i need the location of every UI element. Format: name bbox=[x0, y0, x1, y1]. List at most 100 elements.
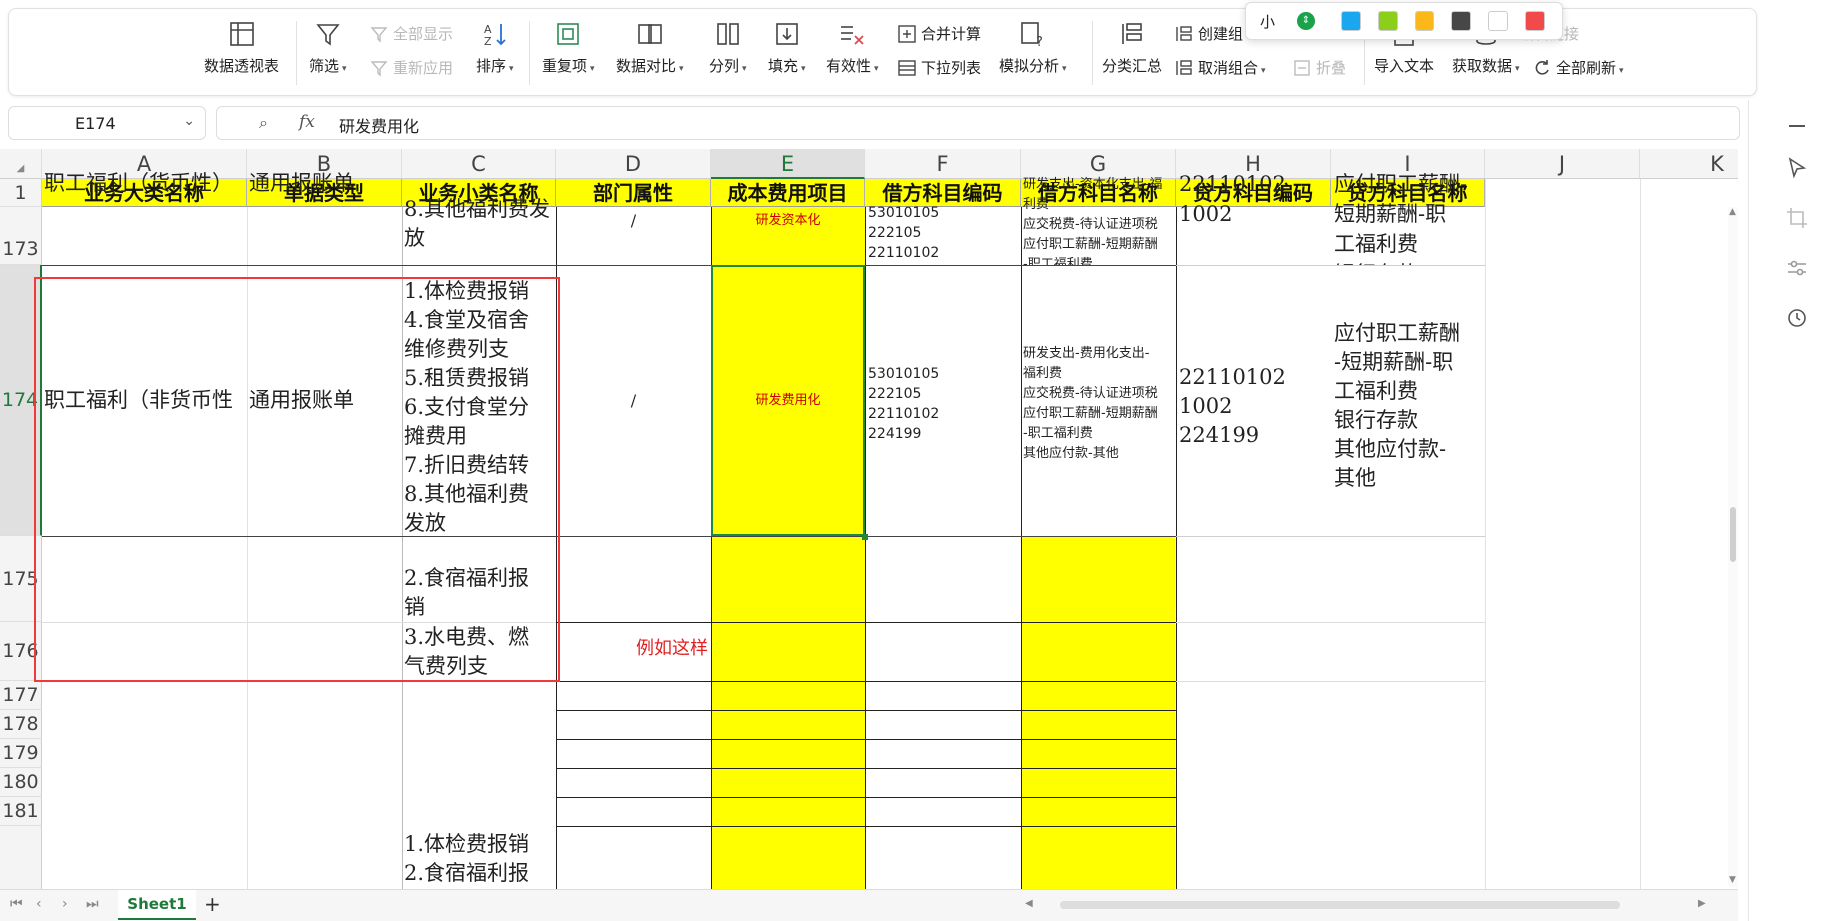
annotation-text: 例如这样 bbox=[636, 638, 708, 659]
cell-d173[interactable]: / bbox=[556, 207, 711, 265]
data-compare-button[interactable]: 数据对比 ▾ bbox=[616, 19, 684, 76]
last-sheet-icon[interactable]: ⏭ bbox=[86, 896, 99, 912]
funnel-refresh-icon bbox=[370, 60, 388, 77]
refresh-all-button[interactable]: 全部刷新 ▾ bbox=[1532, 57, 1624, 78]
cell-f174[interactable]: 53010105 222105 22110102 224199 bbox=[868, 364, 1018, 454]
swatch-dark-gray[interactable] bbox=[1451, 11, 1472, 31]
row-header-178[interactable]: 178 bbox=[0, 710, 42, 739]
cell-h174[interactable]: 22110102 1002 224199 bbox=[1179, 363, 1329, 453]
ungroup-button[interactable]: 取消组合 ▾ bbox=[1174, 57, 1266, 78]
row-header-181[interactable]: 181 bbox=[0, 797, 42, 826]
header-cell-e1[interactable]: 成本费用项目 bbox=[711, 179, 865, 207]
right-side-panel bbox=[1748, 100, 1845, 921]
row-header-177[interactable]: 177 bbox=[0, 681, 42, 710]
scroll-left-icon[interactable]: ◀ bbox=[1025, 898, 1033, 909]
collapse-icon bbox=[1294, 59, 1310, 76]
cell-g174[interactable]: 研发支出-费用化支出- 福利费 应交税费-待认证进项税 应付职工薪酬-短期薪酬 … bbox=[1023, 344, 1175, 474]
filter-button[interactable]: 筛选 ▾ bbox=[309, 19, 347, 76]
size-stepper-icon[interactable]: ⇕ bbox=[1297, 12, 1315, 30]
scroll-right-icon[interactable]: ▶ bbox=[1698, 898, 1706, 909]
first-sheet-icon[interactable]: ⏮ bbox=[10, 896, 23, 912]
sliders-icon[interactable] bbox=[1785, 256, 1809, 280]
swatch-orange[interactable] bbox=[1414, 11, 1435, 31]
duplicates-icon bbox=[557, 23, 580, 45]
subtotal-button[interactable]: 分类汇总 bbox=[1102, 19, 1162, 76]
fill-button[interactable]: 填充 ▾ bbox=[768, 19, 806, 76]
crop-icon[interactable] bbox=[1785, 206, 1809, 230]
swatch-white[interactable] bbox=[1488, 11, 1509, 31]
scroll-up-icon[interactable]: ▲ bbox=[1729, 207, 1736, 217]
spreadsheet-grid: ◢ A B C D E F G H I J K 1 173 174 175 17… bbox=[0, 149, 1738, 889]
swatch-green[interactable] bbox=[1377, 11, 1398, 31]
row-header-180[interactable]: 180 bbox=[0, 768, 42, 797]
select-all-corner[interactable]: ◢ bbox=[0, 149, 42, 179]
fill-down-icon bbox=[775, 23, 798, 45]
vertical-scrollbar[interactable]: ▲ ▼ bbox=[1728, 207, 1738, 887]
fill-handle[interactable] bbox=[862, 534, 868, 540]
cell-f173[interactable]: 53010105 222105 22110102 bbox=[868, 189, 1018, 265]
collapse-button[interactable]: 折叠 bbox=[1292, 57, 1346, 78]
cell-i174[interactable]: 应付职工薪酬 -短期薪酬-职 工福利费 银行存款 其他应付款- 其他 bbox=[1334, 319, 1484, 499]
validity-button[interactable]: 有效性 ▾ bbox=[826, 19, 879, 76]
dropdown-list-button[interactable]: 下拉列表 bbox=[897, 57, 981, 78]
col-header-j[interactable]: J bbox=[1485, 149, 1640, 179]
row-header-182[interactable] bbox=[0, 826, 42, 889]
formula-input[interactable]: ⌕ fx 研发费用化 bbox=[216, 106, 1740, 140]
cell-h173[interactable]: 22110102 1002 bbox=[1179, 169, 1329, 265]
ungroup-icon bbox=[1176, 59, 1192, 75]
what-if-analysis-button[interactable]: ? 模拟分析 ▾ bbox=[999, 19, 1067, 76]
svg-text:?: ? bbox=[1036, 35, 1043, 49]
reapply-button[interactable]: 重新应用 bbox=[369, 57, 453, 78]
pivot-table-button[interactable]: 数据透视表 bbox=[204, 19, 279, 76]
validity-icon bbox=[841, 26, 864, 45]
size-label: 小 bbox=[1260, 12, 1276, 31]
cell-i173[interactable]: 应付职工薪酬-短期薪酬-职 工福利费 银行存款 bbox=[1334, 169, 1484, 265]
row-header-179[interactable]: 179 bbox=[0, 739, 42, 768]
cell-a173[interactable]: 职工福利（货币性） bbox=[44, 169, 247, 265]
red-highlight-box bbox=[34, 277, 560, 682]
cell-e174[interactable]: 研发费用化 bbox=[711, 265, 865, 536]
funnel-clear-icon bbox=[370, 26, 388, 43]
formula-content: 研发费用化 bbox=[339, 117, 420, 136]
duplicates-button[interactable]: 重复项 ▾ bbox=[542, 19, 595, 76]
next-sheet-icon[interactable]: › bbox=[62, 896, 68, 912]
cell-e173[interactable]: 研发资本化 bbox=[713, 207, 863, 265]
sheet-tab-sheet1[interactable]: Sheet1 bbox=[118, 890, 196, 920]
pivot-table-icon bbox=[229, 22, 254, 46]
cursor-icon[interactable] bbox=[1785, 156, 1809, 180]
history-icon[interactable] bbox=[1785, 306, 1809, 330]
horizontal-scrollbar[interactable] bbox=[1060, 901, 1620, 909]
cell-c173[interactable]: 8.其他福利费发 放 bbox=[404, 149, 556, 265]
chevron-down-icon[interactable]: ⌄ bbox=[183, 113, 195, 129]
prev-sheet-icon[interactable]: ‹ bbox=[36, 896, 42, 912]
row-header-1[interactable]: 1 bbox=[0, 179, 42, 207]
cell-g173[interactable]: 研发支出-资本化支出-福利费 应交税费-待认证进项税 应付职工薪酬-短期薪酬 -… bbox=[1023, 165, 1174, 265]
svg-text:Z: Z bbox=[484, 35, 492, 48]
scroll-down-icon[interactable]: ▼ bbox=[1729, 875, 1736, 885]
col-header-k[interactable]: K bbox=[1640, 149, 1738, 179]
cell-d174[interactable]: / bbox=[556, 265, 711, 536]
show-all-button[interactable]: 全部显示 bbox=[369, 23, 453, 44]
funnel-icon bbox=[316, 24, 340, 46]
col-header-e[interactable]: E bbox=[711, 149, 865, 179]
vertical-scroll-thumb[interactable] bbox=[1730, 507, 1736, 562]
col-header-f[interactable]: F bbox=[865, 149, 1021, 179]
zoom-icon[interactable]: ⌕ bbox=[259, 113, 268, 133]
cell-c182[interactable]: 1.体检费报销 2.食宿福利报 销 bbox=[404, 830, 556, 889]
create-group-button[interactable]: 创建组 bbox=[1174, 23, 1243, 44]
add-sheet-button[interactable]: + bbox=[204, 892, 221, 916]
col-header-d[interactable]: D bbox=[556, 149, 711, 179]
fx-icon[interactable]: fx bbox=[299, 112, 315, 132]
sort-button[interactable]: AZ 排序 ▾ bbox=[476, 19, 514, 76]
name-box[interactable]: E174 ⌄ bbox=[8, 106, 206, 140]
dropdown-list-icon bbox=[898, 59, 916, 76]
minimize-icon[interactable] bbox=[1789, 125, 1805, 127]
swatch-red[interactable] bbox=[1525, 11, 1546, 31]
swatch-blue[interactable] bbox=[1340, 11, 1361, 31]
row-header-173[interactable]: 173 bbox=[0, 207, 42, 265]
cell-b173[interactable]: 通用报账单 bbox=[249, 169, 402, 265]
consolidate-button[interactable]: 合并计算 bbox=[897, 23, 981, 44]
formula-bar: E174 ⌄ ⌕ fx 研发费用化 bbox=[8, 106, 1740, 140]
split-column-button[interactable]: 分列 ▾ bbox=[709, 19, 747, 76]
header-cell-d1[interactable]: 部门属性 bbox=[556, 179, 711, 207]
